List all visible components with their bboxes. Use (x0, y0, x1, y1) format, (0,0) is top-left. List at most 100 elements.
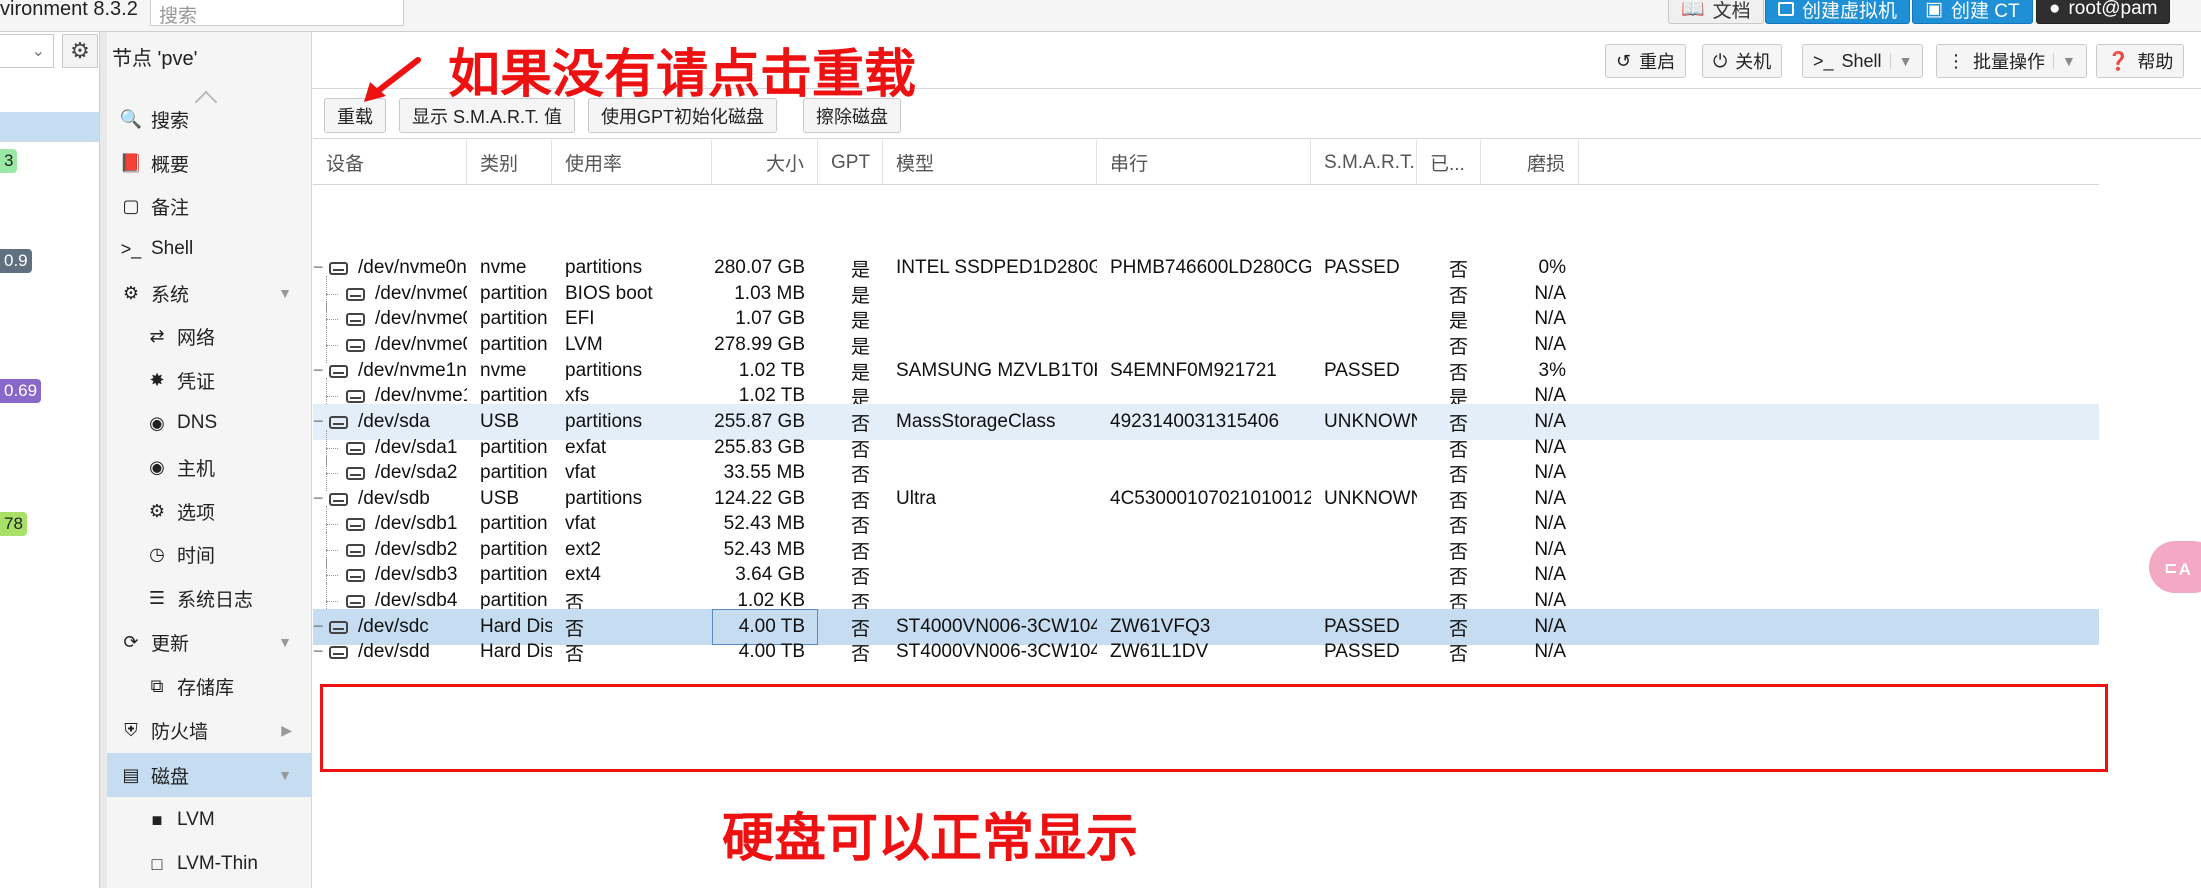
square-outline-icon: □ (151, 853, 163, 874)
nav-item[interactable]: ☰ 系统日志 (107, 576, 312, 620)
hdd-icon (346, 594, 365, 608)
view-selector[interactable]: ⌄ (0, 34, 54, 68)
column-header[interactable]: 使用率 (552, 140, 712, 185)
column-header[interactable]: 模型 (883, 140, 1097, 185)
page-title: 节点 'pve' (112, 48, 198, 70)
hdd-icon (346, 389, 365, 403)
cell-usage: 否 (565, 643, 585, 665)
hdd-icon: ▤ (122, 764, 140, 785)
gear-icon: ⚙ (148, 500, 166, 521)
user-menu-button[interactable]: ● root@pam (2036, 0, 2171, 24)
refresh-icon: ⟳ (123, 631, 139, 652)
column-header[interactable]: 已... (1417, 140, 1481, 185)
nav-item[interactable]: 📕 概要 (107, 141, 312, 185)
chevron-down-icon[interactable]: ▼ (2053, 53, 2076, 69)
cell-device: /dev/sdd (313, 634, 467, 670)
search-input[interactable]: 搜索 (150, 0, 404, 27)
nav-item-label: DNS (177, 412, 218, 433)
nav-item[interactable]: ▤ 磁盘 ▼ (107, 753, 312, 797)
nav-item[interactable]: ⛨ 防火墙 ▶ (107, 708, 312, 752)
nav-item[interactable]: >_ Shell (107, 227, 312, 271)
cube-icon: ▣ (1925, 0, 1943, 20)
column-header[interactable]: 设备 (313, 140, 467, 185)
nav-item[interactable]: ◉ 主机 (107, 445, 312, 489)
column-header[interactable]: 磨损 (1481, 140, 1579, 185)
tree-connector (326, 396, 338, 397)
tree-connector (326, 575, 338, 576)
expand-caret-icon[interactable]: ▼ (278, 634, 292, 650)
shutdown-button[interactable]: ⏻ 关机 (1702, 44, 1783, 78)
undo-icon: ↺ (1616, 50, 1632, 71)
tree-selected-node[interactable] (0, 112, 99, 142)
collapse-toggle-icon[interactable]: − (313, 411, 324, 432)
clock-icon: ◷ (149, 543, 165, 564)
terminal-icon: >_ (1813, 50, 1834, 71)
certificate-icon: ✸ (149, 369, 165, 390)
column-header[interactable]: GPT (818, 140, 883, 185)
bulk-actions-button[interactable]: ⋮ 批量操作 ▼ (1936, 44, 2087, 78)
tree-connector (326, 319, 338, 320)
app-title: vironment 8.3.2 (0, 0, 138, 20)
nav-item[interactable]: ⧉ 存储库 (107, 664, 312, 708)
create-ct-button[interactable]: ▣ 创建 CT (1912, 0, 2033, 24)
help-button[interactable]: ❓ 帮助 (2096, 44, 2185, 78)
hdd-icon (329, 261, 348, 275)
bulk-label: 批量操作 (1973, 52, 2045, 72)
book-icon: 📖 (1681, 0, 1705, 20)
nav-item-label: 搜索 (151, 110, 190, 132)
nav-item-label: 选项 (177, 502, 216, 524)
terminal-icon: >_ (120, 238, 142, 259)
square-icon: ■ (151, 809, 163, 830)
column-header[interactable]: 类别 (467, 140, 552, 185)
nav-item-label: LVM-Thin (177, 853, 258, 874)
hdd-icon (346, 287, 365, 301)
collapse-toggle-icon[interactable]: − (313, 641, 324, 662)
pve-window: vironment 8.3.2 搜索 📖 文档 创建虚拟机 ▣ 创建 CT ● … (0, 0, 2201, 888)
panel-splitter[interactable] (100, 32, 107, 888)
nav-item[interactable]: ⚙ 系统 ▼ (107, 271, 312, 315)
reboot-label: 重启 (1639, 52, 1676, 72)
nav-item[interactable]: ■ LVM (107, 798, 312, 842)
highlight-box (320, 684, 2108, 772)
nav-item[interactable]: ▢ 备注 (107, 184, 312, 228)
book-icon: 📕 (119, 152, 143, 173)
column-header[interactable]: S.M.A.R.T. (1311, 140, 1417, 185)
nav-item-label: 防火墙 (151, 721, 209, 743)
copy-icon: ⧉ (150, 675, 164, 696)
translate-float-button[interactable]: ㄷA (2149, 541, 2201, 593)
expand-caret-icon[interactable]: ▶ (281, 722, 292, 739)
nav-item[interactable]: ⟳ 更新 ▼ (107, 620, 312, 664)
nav-item[interactable]: ◷ 时间 (107, 532, 312, 576)
tree-badge: 0.69 (0, 379, 42, 403)
annotation-result-hint: 硬盘可以正常显示 (722, 810, 1139, 868)
create-vm-button[interactable]: 创建虚拟机 (1765, 0, 1911, 24)
nav-item[interactable]: ◉ DNS (107, 401, 312, 445)
expand-caret-icon[interactable]: ▼ (278, 285, 292, 301)
tree-connector (326, 524, 338, 525)
nav-item[interactable]: ✸ 凭证 (107, 358, 312, 402)
nav-item[interactable]: □ LVM-Thin (107, 842, 312, 886)
hdd-icon (329, 620, 348, 634)
tree-connector (326, 448, 338, 449)
create-vm-label: 创建虚拟机 (1802, 0, 1898, 22)
nav-item[interactable]: 🔍 搜索 (107, 97, 312, 141)
tree-connector (326, 345, 338, 346)
user-icon: ● (2049, 0, 2061, 19)
reboot-button[interactable]: ↺ 重启 (1605, 44, 1687, 78)
nav-item[interactable]: ⇄ 网络 (107, 314, 312, 358)
expand-caret-icon[interactable]: ▼ (278, 767, 292, 783)
column-header[interactable]: 串行 (1097, 140, 1311, 185)
shell-button[interactable]: >_ Shell ▼ (1802, 44, 1924, 78)
collapse-toggle-icon[interactable]: − (313, 257, 324, 278)
table-row[interactable]: /dev/sdd Hard Disk 否 4.00 TB 否 ST4000VN006-3C… (313, 634, 2099, 670)
column-header[interactable]: 大小 (712, 140, 818, 185)
exchange-icon: ⇄ (149, 325, 165, 346)
gear-icon[interactable]: ⚙ (62, 34, 98, 68)
create-ct-label: 创建 CT (1950, 0, 2020, 22)
chevron-down-icon: ⌄ (31, 43, 45, 60)
docs-button[interactable]: 📖 文档 (1668, 0, 1764, 24)
nav-item[interactable]: ⚙ 选项 (107, 489, 312, 533)
chevron-down-icon[interactable]: ▼ (1889, 53, 1912, 69)
tree-connector (326, 294, 338, 295)
cell-mounted: 否 (1448, 643, 1468, 665)
